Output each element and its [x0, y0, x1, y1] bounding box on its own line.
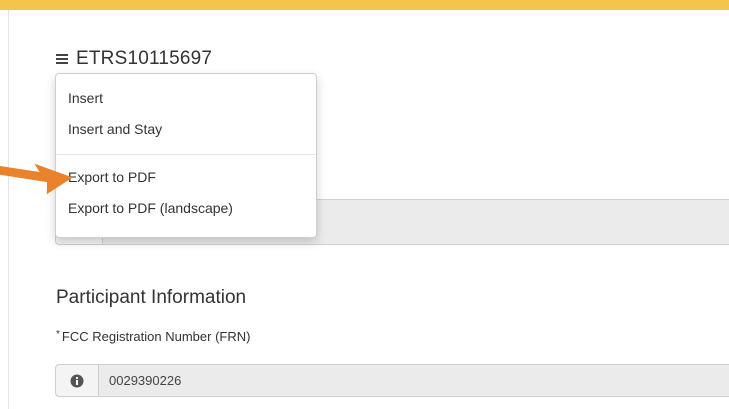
frn-label: * FCC Registration Number (FRN): [56, 329, 250, 344]
record-menu-toggle[interactable]: ETRS10115697: [56, 46, 212, 72]
section-title-participant: Participant Information: [56, 287, 247, 308]
record-id: ETRS10115697: [76, 48, 213, 69]
required-mark: *: [56, 329, 60, 340]
menu-item-insert-and-stay[interactable]: Insert and Stay: [56, 114, 316, 145]
menu-item-export-pdf[interactable]: Export to PDF: [56, 162, 316, 193]
menu-item-insert[interactable]: Insert: [56, 83, 316, 114]
menu-divider: [56, 154, 316, 155]
frn-value: 0029390226: [109, 373, 182, 388]
frn-input[interactable]: 0029390226: [55, 364, 729, 397]
top-accent-bar: [0, 0, 729, 10]
frn-addon: [56, 365, 99, 396]
menu-item-export-pdf-landscape[interactable]: Export to PDF (landscape): [56, 193, 316, 224]
hamburger-icon: [56, 54, 68, 64]
pointer-arrow-icon: [0, 163, 73, 195]
frn-label-text: FCC Registration Number (FRN): [61, 329, 251, 344]
record-actions-dropdown: Insert Insert and Stay Export to PDF Exp…: [55, 73, 317, 238]
info-icon[interactable]: [70, 374, 84, 388]
